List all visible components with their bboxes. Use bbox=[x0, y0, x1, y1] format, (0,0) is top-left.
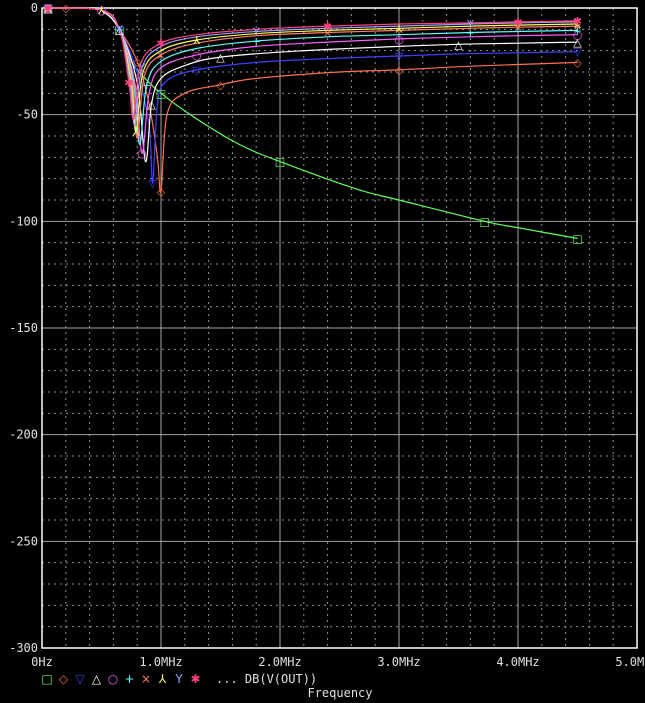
series-marker: ⅄ bbox=[396, 22, 403, 35]
series-marker: Y bbox=[466, 18, 474, 31]
series-marker: ⅄ bbox=[98, 4, 105, 17]
series-marker: □ bbox=[275, 156, 285, 169]
x-tick-label: 2.0MHz bbox=[258, 655, 301, 669]
series-marker: ▽ bbox=[395, 50, 404, 63]
legend-marker: ⅄ bbox=[158, 672, 167, 686]
series-marker: □ bbox=[156, 87, 166, 100]
chart-svg: □□□□□□◇ ◇◇◇◇◇◇▽▽▽▽▽ ▽△△△△△ △○ ○○○○ ○+++++ +×××… bbox=[9, 1, 645, 700]
y-tick-label: 0 bbox=[31, 1, 38, 15]
series-marker: ⅄ bbox=[133, 126, 140, 139]
x-tick-label: 5.0MHz bbox=[615, 655, 645, 669]
y-tick-label: -50 bbox=[16, 108, 38, 122]
series-marker: ◇ bbox=[395, 64, 404, 77]
series-marker: + bbox=[142, 79, 151, 92]
legend-marker: ○ bbox=[108, 672, 118, 686]
legend-marker: ◇ bbox=[59, 672, 69, 686]
series-marker: ◇ bbox=[216, 79, 225, 92]
series-marker: ✱ bbox=[573, 15, 582, 28]
series-marker: ▽ bbox=[192, 64, 201, 77]
series-marker: ✱ bbox=[156, 37, 165, 50]
series-marker: □ bbox=[572, 232, 582, 245]
series-marker: ○ bbox=[137, 147, 147, 160]
series-marker: ◇ bbox=[62, 2, 71, 15]
x-tick-label: 1.0MHz bbox=[139, 655, 182, 669]
series-marker: Y bbox=[115, 23, 123, 36]
series-marker: × bbox=[156, 49, 165, 62]
legend-label: ... DB(V(OUT)) bbox=[216, 672, 317, 686]
x-tick-label: 0Hz bbox=[31, 655, 53, 669]
x-axis-label: Frequency bbox=[307, 686, 372, 700]
series-marker: ✱ bbox=[43, 2, 52, 15]
x-tick-label: 3.0MHz bbox=[377, 655, 420, 669]
y-tick-label: -200 bbox=[9, 428, 38, 442]
legend: □ ◇ ▽ △ ○ + × ⅄ Y ✱ ... DB(V(OUT)) bbox=[41, 672, 317, 686]
series-marker: ▽ bbox=[148, 177, 157, 190]
legend-marker: Y bbox=[174, 672, 183, 686]
series-marker: △ bbox=[454, 38, 463, 51]
y-tick-label: -150 bbox=[9, 321, 38, 335]
series-marker: ◇ bbox=[157, 185, 166, 198]
series-marker: ✱ bbox=[323, 20, 332, 33]
x-tick-label: 4.0MHz bbox=[496, 655, 539, 669]
series-marker: ✱ bbox=[513, 16, 522, 29]
legend-marker: × bbox=[141, 672, 151, 686]
series-marker: □ bbox=[479, 215, 489, 228]
series-marker: Y bbox=[138, 62, 146, 75]
legend-marker: ✱ bbox=[190, 672, 200, 686]
legend-marker: △ bbox=[92, 672, 102, 686]
y-tick-label: -250 bbox=[9, 534, 38, 548]
series-group bbox=[47, 7, 578, 239]
series-marker: ⅄ bbox=[193, 34, 200, 47]
tick-labels: 0Hz 1.0MHz 2.0MHz 3.0MHz 4.0MHz 5.0MHz 0 -50 -10… bbox=[9, 1, 645, 669]
series-marker: ✱ bbox=[124, 77, 133, 90]
series-marker: △ bbox=[216, 51, 225, 64]
series-marker: ○ bbox=[192, 49, 202, 62]
series-marker: △ bbox=[147, 98, 156, 111]
series-marker: Y bbox=[252, 25, 260, 38]
y-tick-label: -300 bbox=[9, 641, 38, 655]
series-line bbox=[47, 7, 578, 184]
legend-marker: + bbox=[124, 672, 134, 686]
y-tick-label: -100 bbox=[9, 214, 38, 228]
legend-marker: □ bbox=[41, 672, 52, 686]
legend-marker: ▽ bbox=[75, 672, 85, 686]
